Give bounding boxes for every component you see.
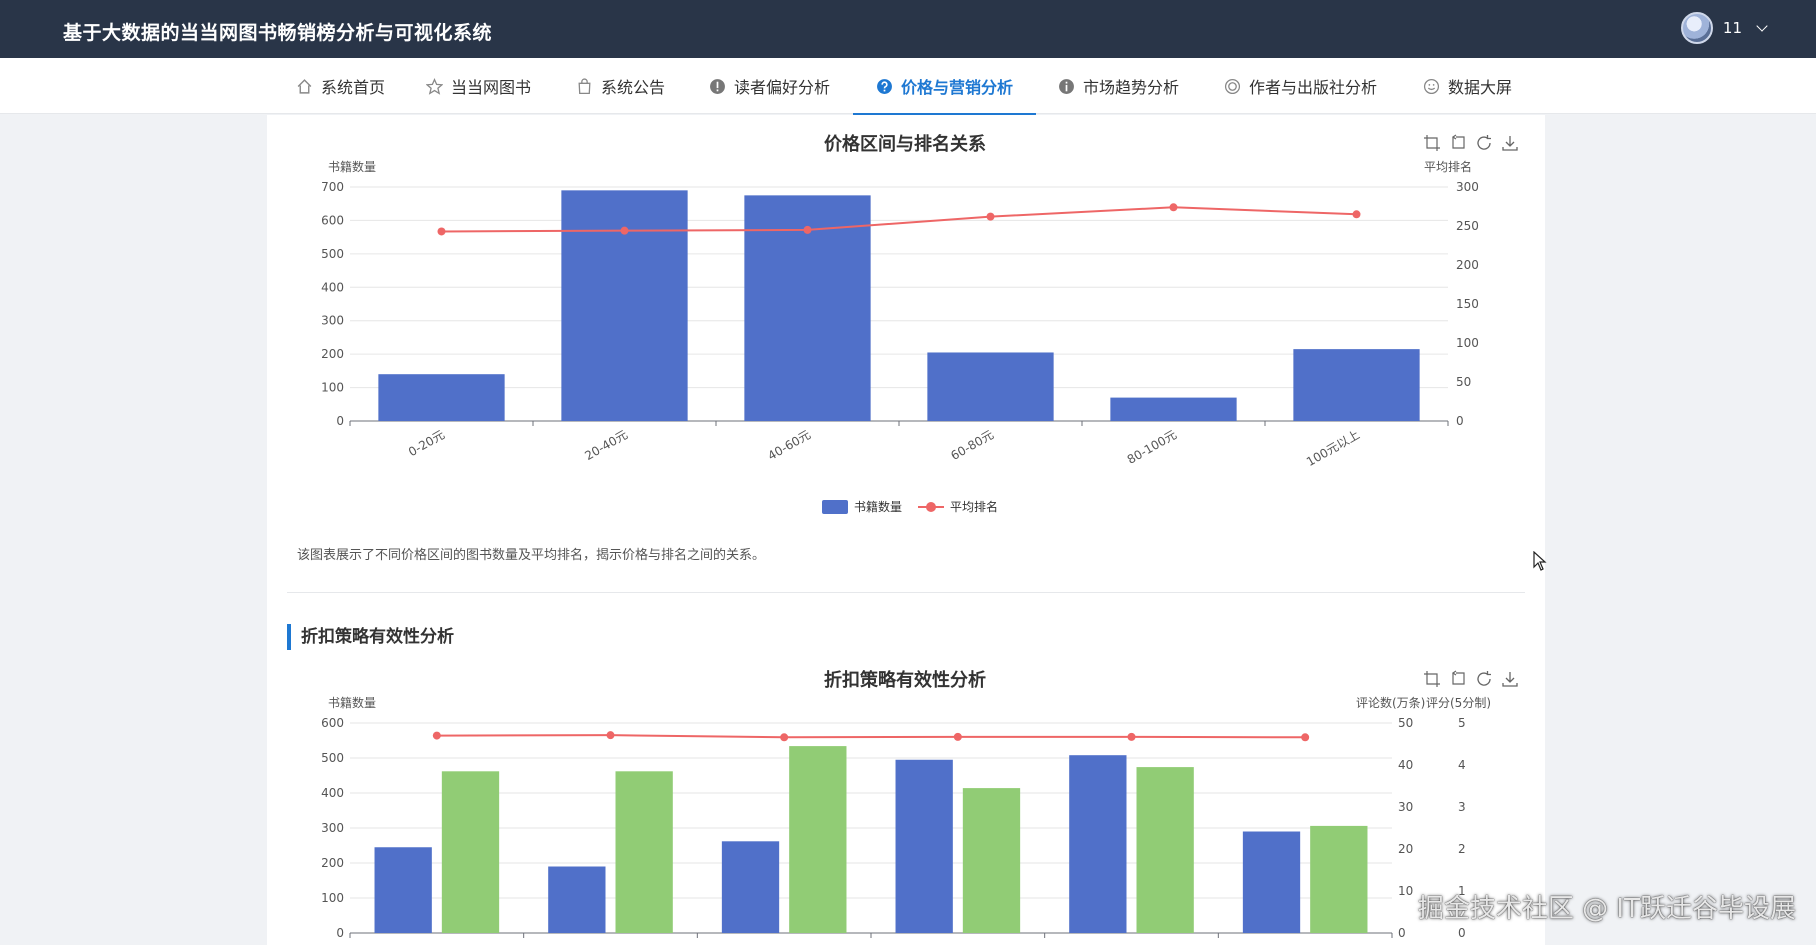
bar-count — [548, 866, 606, 933]
bar-count — [721, 841, 780, 933]
bar-count — [1069, 755, 1127, 933]
y-right1-tick-label: 40 — [1398, 758, 1413, 772]
mouse-cursor-icon — [1533, 551, 1547, 571]
chart2-plot: 010020030040050060001020304050012345 — [321, 716, 1466, 940]
y-left-tick-label: 300 — [321, 821, 344, 835]
bar-reviews — [441, 771, 500, 933]
line-point — [780, 733, 789, 742]
y-right1-tick-label: 10 — [1398, 884, 1413, 898]
bar-reviews — [1136, 767, 1194, 933]
y-right2-tick-label: 5 — [1458, 716, 1466, 730]
bar-count — [1242, 831, 1301, 933]
series-line — [436, 734, 1306, 739]
line-point — [1301, 733, 1310, 742]
watermark: 掘金技术社区 @ IT跃迁谷毕设展 — [1417, 894, 1796, 924]
y-right1-tick-label: 50 — [1398, 716, 1413, 730]
y-right1-tick-label: 20 — [1398, 842, 1413, 856]
y-left-tick-label: 400 — [321, 786, 344, 800]
y-right2-tick-label: 3 — [1458, 800, 1466, 814]
bar-reviews — [1310, 825, 1368, 933]
y-right1-tick-label: 30 — [1398, 800, 1413, 814]
line-point — [432, 731, 441, 740]
y-left-tick-label: 500 — [321, 751, 344, 765]
y-left-tick-label: 200 — [321, 856, 344, 870]
bar-count — [895, 759, 953, 933]
bar-reviews — [962, 788, 1021, 933]
y-left-tick-label: 100 — [321, 891, 344, 905]
y-right2-tick-label: 4 — [1458, 758, 1466, 772]
y-right2-tick-label: 2 — [1458, 842, 1466, 856]
y-right1-tick-label: 0 — [1398, 926, 1406, 940]
y-right2-tick-label: 0 — [1458, 926, 1466, 940]
y-left-tick-label: 0 — [336, 926, 344, 940]
bar-count — [374, 847, 432, 933]
line-point — [1127, 732, 1136, 741]
bar-reviews — [789, 746, 847, 933]
bar-reviews — [615, 771, 673, 933]
line-point — [606, 731, 615, 740]
line-point — [953, 732, 962, 741]
y-left-tick-label: 600 — [321, 716, 344, 730]
